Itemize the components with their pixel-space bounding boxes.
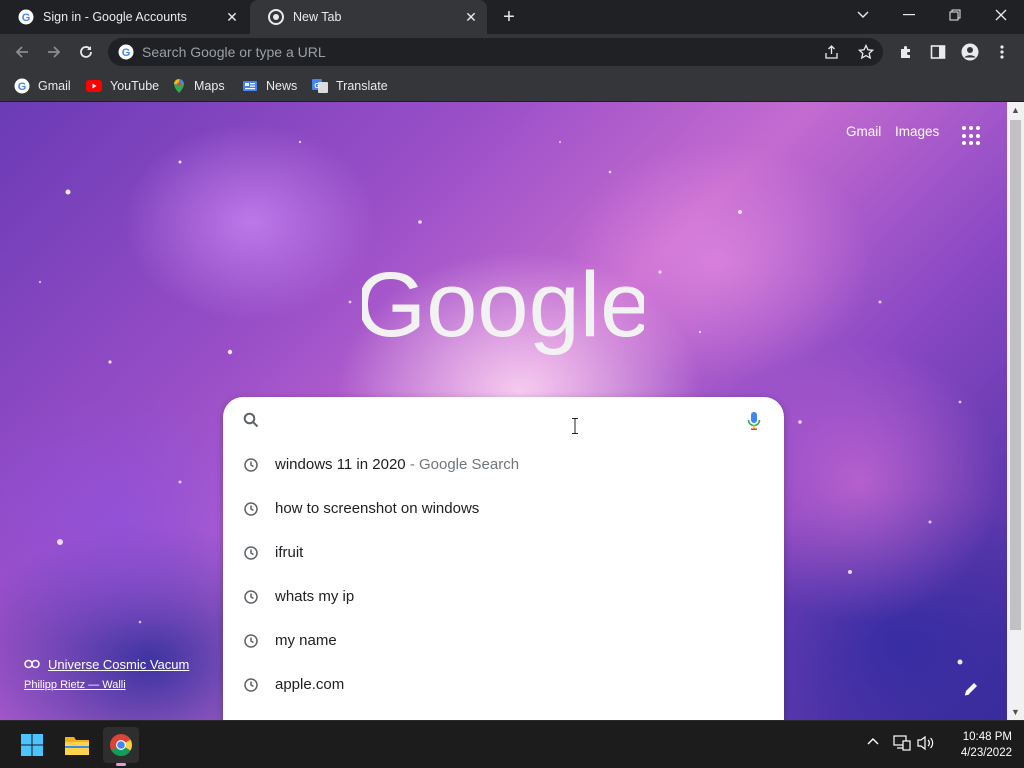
scrollbar-thumb[interactable] bbox=[1010, 120, 1021, 630]
customize-pencil-icon[interactable] bbox=[960, 678, 982, 700]
tab-title: Sign in - Google Accounts bbox=[43, 10, 187, 24]
system-clock[interactable]: 10:48 PM 4/23/2022 bbox=[944, 729, 1012, 761]
suggestion-item[interactable]: how to screenshot on windows bbox=[223, 487, 784, 531]
suggestion-text: ifruit bbox=[275, 544, 304, 561]
svg-text:G: G bbox=[18, 81, 27, 93]
background-credit-title[interactable]: Universe Cosmic Vacum bbox=[48, 657, 189, 672]
chrome-icon bbox=[268, 9, 284, 25]
bookmark-news[interactable]: News bbox=[242, 75, 297, 97]
forward-arrow-icon[interactable] bbox=[42, 40, 66, 64]
google-g-icon: G bbox=[18, 9, 34, 25]
svg-text:G: G bbox=[22, 12, 31, 24]
network-icon[interactable] bbox=[893, 735, 911, 751]
suggestion-item[interactable]: ifruit bbox=[223, 531, 784, 575]
suggestion-text: my name bbox=[275, 632, 337, 649]
back-arrow-icon[interactable] bbox=[10, 40, 34, 64]
google-apps-grid-icon[interactable] bbox=[962, 126, 982, 146]
bookmark-label: Translate bbox=[336, 79, 388, 93]
suggestion-item[interactable]: my name bbox=[223, 619, 784, 663]
close-window-icon[interactable] bbox=[978, 0, 1024, 30]
clock-date: 4/23/2022 bbox=[960, 747, 1012, 759]
link-icon bbox=[24, 659, 40, 669]
suggestion-text: apple.com bbox=[275, 676, 345, 693]
bookmark-label: YouTube bbox=[110, 79, 160, 93]
tab-sign-in[interactable]: G Sign in - Google Accounts ✕ bbox=[0, 0, 248, 34]
omnibox-input[interactable] bbox=[142, 38, 802, 66]
bookmark-label: Maps bbox=[194, 79, 225, 93]
history-clock-icon bbox=[244, 678, 258, 692]
bookmark-maps[interactable]: Maps bbox=[172, 75, 225, 97]
history-clock-icon bbox=[244, 546, 258, 560]
reload-icon[interactable] bbox=[74, 40, 98, 64]
bookmark-youtube[interactable]: YouTube bbox=[86, 75, 159, 97]
maps-icon bbox=[174, 79, 184, 93]
translate-icon: G bbox=[312, 79, 328, 93]
profile-avatar-icon[interactable] bbox=[958, 40, 982, 64]
background-credit-author[interactable]: Philipp Rietz — Walli bbox=[24, 679, 126, 691]
bookmarks-bar: G Gmail YouTube Maps News G Translate bbox=[0, 70, 1024, 102]
new-tab-page: Gmail Images Google windows 11 in 2020 -… bbox=[0, 102, 1007, 720]
page-scrollbar[interactable]: ▲ ▼ bbox=[1007, 102, 1024, 720]
bookmark-translate[interactable]: G Translate bbox=[312, 75, 388, 97]
tab-new-tab[interactable]: New Tab ✕ bbox=[250, 0, 487, 34]
clock-time: 10:48 PM bbox=[962, 731, 1012, 743]
show-hidden-icons-chevron-icon[interactable] bbox=[866, 735, 880, 749]
history-clock-icon bbox=[244, 458, 258, 472]
suggestion-item[interactable]: windows 11 in 2020 - Google Search bbox=[223, 443, 784, 487]
bookmark-gmail[interactable]: G Gmail bbox=[14, 75, 71, 97]
search-icon bbox=[243, 412, 259, 428]
tab-search-chevron-icon[interactable] bbox=[840, 0, 886, 30]
images-link[interactable]: Images bbox=[895, 124, 939, 139]
share-icon[interactable] bbox=[824, 45, 839, 60]
address-bar[interactable]: G bbox=[108, 38, 883, 66]
restore-icon[interactable] bbox=[932, 0, 978, 30]
suggestion-item[interactable]: apple.com bbox=[223, 663, 784, 707]
suggestion-text: how to screenshot on windows bbox=[275, 500, 480, 517]
microphone-icon[interactable] bbox=[747, 411, 761, 431]
bookmark-label: Gmail bbox=[38, 79, 71, 93]
svg-text:G: G bbox=[122, 47, 131, 59]
windows-taskbar: 10:48 PM 4/23/2022 bbox=[0, 720, 1024, 768]
kebab-menu-icon[interactable] bbox=[990, 40, 1014, 64]
chrome-taskbar-icon[interactable] bbox=[103, 727, 139, 766]
extensions-puzzle-icon[interactable] bbox=[894, 40, 918, 64]
search-input[interactable] bbox=[223, 397, 784, 443]
history-clock-icon bbox=[244, 590, 258, 604]
tab-title: New Tab bbox=[293, 10, 342, 24]
google-g-icon: G bbox=[118, 44, 134, 60]
suggestion-item[interactable]: whats my ip bbox=[223, 575, 784, 619]
news-icon bbox=[243, 81, 257, 91]
side-panel-icon[interactable] bbox=[926, 40, 950, 64]
svg-text:G: G bbox=[314, 83, 320, 90]
google-g-icon: G bbox=[14, 78, 30, 94]
youtube-icon bbox=[86, 80, 102, 92]
scroll-down-arrow-icon[interactable]: ▼ bbox=[1007, 704, 1024, 720]
google-logo: Google bbox=[362, 254, 644, 356]
windows-start-icon[interactable] bbox=[14, 727, 50, 763]
google-logo-text: Google bbox=[362, 254, 644, 356]
bookmark-star-icon[interactable] bbox=[858, 44, 874, 60]
history-clock-icon bbox=[244, 634, 258, 648]
suggestion-text: windows 11 in 2020 - Google Search bbox=[275, 456, 520, 473]
scroll-up-arrow-icon[interactable]: ▲ bbox=[1007, 102, 1024, 118]
suggestion-suffix: - Google Search bbox=[405, 456, 520, 473]
search-suggestions-box: windows 11 in 2020 - Google Search how t… bbox=[223, 397, 784, 720]
tab-strip: G Sign in - Google Accounts ✕ New Tab ✕ … bbox=[0, 0, 1024, 34]
volume-icon[interactable] bbox=[917, 735, 935, 751]
text-cursor-icon bbox=[572, 418, 578, 434]
tab-close-icon[interactable]: ✕ bbox=[463, 9, 479, 25]
minimize-icon[interactable] bbox=[886, 0, 932, 30]
file-explorer-icon[interactable] bbox=[59, 727, 95, 763]
tab-close-icon[interactable]: ✕ bbox=[224, 9, 240, 25]
bookmark-label: News bbox=[266, 79, 298, 93]
gmail-link[interactable]: Gmail bbox=[846, 124, 881, 139]
suggestion-text: whats my ip bbox=[275, 588, 355, 605]
history-clock-icon bbox=[244, 502, 258, 516]
browser-toolbar: G bbox=[0, 34, 1024, 70]
new-tab-plus-icon[interactable]: + bbox=[498, 6, 520, 28]
